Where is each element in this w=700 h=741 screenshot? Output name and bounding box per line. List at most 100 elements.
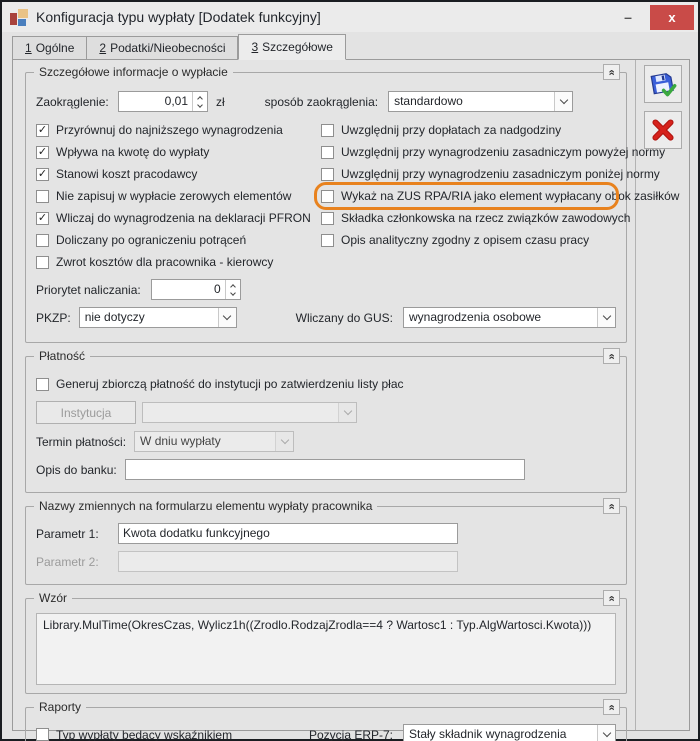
main-column: Szczegółowe informacje o wypłacie « Zaok… bbox=[13, 60, 679, 741]
rounding-value[interactable]: 0,01 bbox=[119, 92, 192, 111]
checkbox-row: Uwzględnij przy wynagrodzeniu zasadniczy… bbox=[321, 163, 660, 185]
rounding-label: Zaokrąglenie: bbox=[36, 94, 109, 109]
double-chevron-up-icon: « bbox=[606, 352, 618, 360]
tab-podatki-nieobecnosci[interactable]: 2 Podatki/Nieobecności bbox=[87, 36, 239, 59]
spinner-up-icon[interactable] bbox=[197, 96, 203, 102]
checkbox[interactable] bbox=[36, 145, 49, 159]
tab-szczegolowe[interactable]: 3 Szczegółowe bbox=[238, 34, 346, 60]
tab-content-panel: Szczegółowe informacje o wypłacie « Zaok… bbox=[12, 59, 690, 741]
pkzp-select[interactable]: nie dotyczy bbox=[78, 307, 237, 328]
erp7-value: Stały składnik wynagrodzenia bbox=[409, 727, 567, 741]
save-floppy-icon bbox=[650, 73, 676, 97]
tab-label: Szczegółowe bbox=[262, 40, 333, 54]
collapse-button[interactable]: « bbox=[603, 348, 620, 364]
chevron-down-icon[interactable] bbox=[597, 308, 615, 327]
group-detailed-info: Szczegółowe informacje o wypłacie « Zaok… bbox=[25, 64, 679, 343]
checkbox-label: Opis analityczny zgodny z opisem czasu p… bbox=[341, 233, 590, 247]
group-title: Płatność bbox=[34, 349, 91, 363]
checkbox[interactable] bbox=[36, 167, 49, 181]
group-title: Raporty bbox=[34, 700, 87, 714]
checkbox[interactable] bbox=[36, 189, 49, 203]
currency-label: zł bbox=[216, 94, 225, 109]
priority-spinner[interactable]: 0 bbox=[150, 279, 241, 300]
checkbox-row: Opis analityczny zgodny z opisem czasu p… bbox=[321, 229, 616, 251]
cancel-button[interactable] bbox=[643, 111, 682, 149]
checkbox[interactable] bbox=[321, 145, 334, 159]
checkbox-label: Uwzględnij przy wynagrodzeniu zasadniczy… bbox=[341, 167, 660, 181]
gus-select[interactable]: wynagrodzenia osobowe bbox=[403, 307, 616, 328]
checkbox[interactable] bbox=[321, 211, 334, 225]
spinner-buttons[interactable] bbox=[192, 92, 207, 111]
checkbox[interactable] bbox=[321, 123, 334, 137]
checkbox-label: Doliczany po ograniczeniu potrąceń bbox=[56, 233, 247, 247]
app-logo-icon bbox=[10, 8, 28, 26]
spinner-buttons[interactable] bbox=[224, 280, 240, 299]
checkbox-label: Uwzględnij przy dopłatach za nadgodziny bbox=[341, 123, 562, 137]
minimize-button[interactable]: – bbox=[616, 9, 640, 25]
generate-payment-checkbox[interactable] bbox=[36, 377, 49, 391]
institution-select bbox=[142, 402, 357, 423]
checkbox-row: Składka członkowska na rzecz związków za… bbox=[321, 207, 630, 229]
chevron-down-icon bbox=[275, 432, 294, 451]
priority-value[interactable]: 0 bbox=[152, 280, 225, 299]
rounding-spinner[interactable]: 0,01 bbox=[118, 91, 208, 112]
tab-label: Podatki/Nieobecności bbox=[110, 41, 226, 55]
indicator-type-checkbox[interactable] bbox=[36, 728, 49, 741]
institution-value bbox=[143, 403, 338, 422]
group-variable-names: Nazwy zmiennych na formularzu elementu w… bbox=[25, 498, 627, 585]
checkbox-label: Zwrot kosztów dla pracownika - kierowcy bbox=[56, 255, 274, 269]
checkbox[interactable] bbox=[36, 211, 49, 225]
close-button[interactable]: x bbox=[650, 4, 694, 30]
save-button[interactable] bbox=[643, 65, 682, 103]
double-chevron-up-icon: « bbox=[606, 594, 618, 602]
group-title: Szczegółowe informacje o wypłacie bbox=[34, 65, 233, 79]
collapse-button[interactable]: « bbox=[603, 699, 620, 715]
checkbox-label: Składka członkowska na rzecz związków za… bbox=[341, 211, 631, 225]
erp7-select[interactable]: Stały składnik wynagrodzenia bbox=[403, 724, 616, 741]
checkbox[interactable] bbox=[321, 167, 334, 181]
spinner-down-icon[interactable] bbox=[229, 290, 236, 296]
checkbox[interactable] bbox=[36, 255, 49, 269]
spinner-down-icon[interactable] bbox=[197, 102, 203, 108]
rounding-mode-select[interactable]: standardowo bbox=[388, 91, 574, 112]
param2-label: Parametr 2: bbox=[36, 554, 99, 569]
checkbox[interactable] bbox=[321, 233, 334, 247]
group-title: Wzór bbox=[34, 591, 72, 605]
side-toolbar bbox=[635, 60, 689, 730]
checkbox-label: Wliczaj do wynagrodzenia na deklaracji P… bbox=[56, 211, 311, 225]
payment-term-select: W dniu wypłaty bbox=[134, 431, 295, 452]
chevron-down-icon[interactable] bbox=[554, 92, 573, 111]
chevron-down-icon[interactable] bbox=[217, 308, 236, 327]
collapse-button[interactable]: « bbox=[603, 64, 620, 80]
checkbox-label: Generuj zbiorczą płatność do instytucji … bbox=[56, 377, 404, 391]
param2-input bbox=[118, 551, 458, 572]
collapse-button[interactable]: « bbox=[603, 498, 620, 514]
checkbox-row: Wpływa na kwotę do wypłaty bbox=[36, 141, 321, 163]
title-bar: Konfiguracja typu wypłaty [Dodatek funkc… bbox=[2, 2, 698, 32]
param1-input[interactable]: Kwota dodatku funkcyjnego bbox=[118, 523, 458, 544]
chevron-down-icon[interactable] bbox=[597, 725, 615, 741]
institution-button[interactable]: Instytucja bbox=[36, 401, 136, 424]
bank-description-input[interactable] bbox=[124, 459, 525, 480]
pkzp-label: PKZP: bbox=[36, 310, 71, 325]
bank-description-label: Opis do banku: bbox=[36, 462, 117, 477]
formula-textarea[interactable]: Library.MulTime(OkresCzas, Wylicz1h((Zro… bbox=[36, 613, 616, 685]
checkbox[interactable] bbox=[36, 233, 49, 247]
checkbox-row: Generuj zbiorczą płatność do instytucji … bbox=[36, 373, 616, 395]
checkbox-row: Wliczaj do wynagrodzenia na deklaracji P… bbox=[36, 207, 321, 229]
group-payment: Płatność « Generuj zbiorczą płatność do … bbox=[25, 348, 627, 493]
priority-label: Priorytet naliczania: bbox=[36, 282, 141, 297]
checkbox[interactable] bbox=[321, 189, 334, 203]
checkbox-row: Uwzględnij przy dopłatach za nadgodziny bbox=[321, 119, 616, 141]
chevron-down-icon bbox=[338, 403, 356, 422]
checkbox-row: Nie zapisuj w wypłacie zerowych elementó… bbox=[36, 185, 321, 207]
checkbox-label: Wykaż na ZUS RPA/RIA jako element wypłac… bbox=[341, 189, 680, 203]
tab-ogolne[interactable]: 1 Ogólne bbox=[12, 36, 88, 59]
double-chevron-up-icon: « bbox=[606, 502, 618, 510]
group-title: Nazwy zmiennych na formularzu elementu w… bbox=[34, 499, 378, 513]
tab-accelerator: 3 bbox=[251, 40, 259, 54]
collapse-button[interactable]: « bbox=[603, 590, 620, 606]
checkbox-row: Zwrot kosztów dla pracownika - kierowcy bbox=[36, 251, 321, 273]
checkbox[interactable] bbox=[36, 123, 49, 137]
tab-label: Ogólne bbox=[35, 41, 75, 55]
